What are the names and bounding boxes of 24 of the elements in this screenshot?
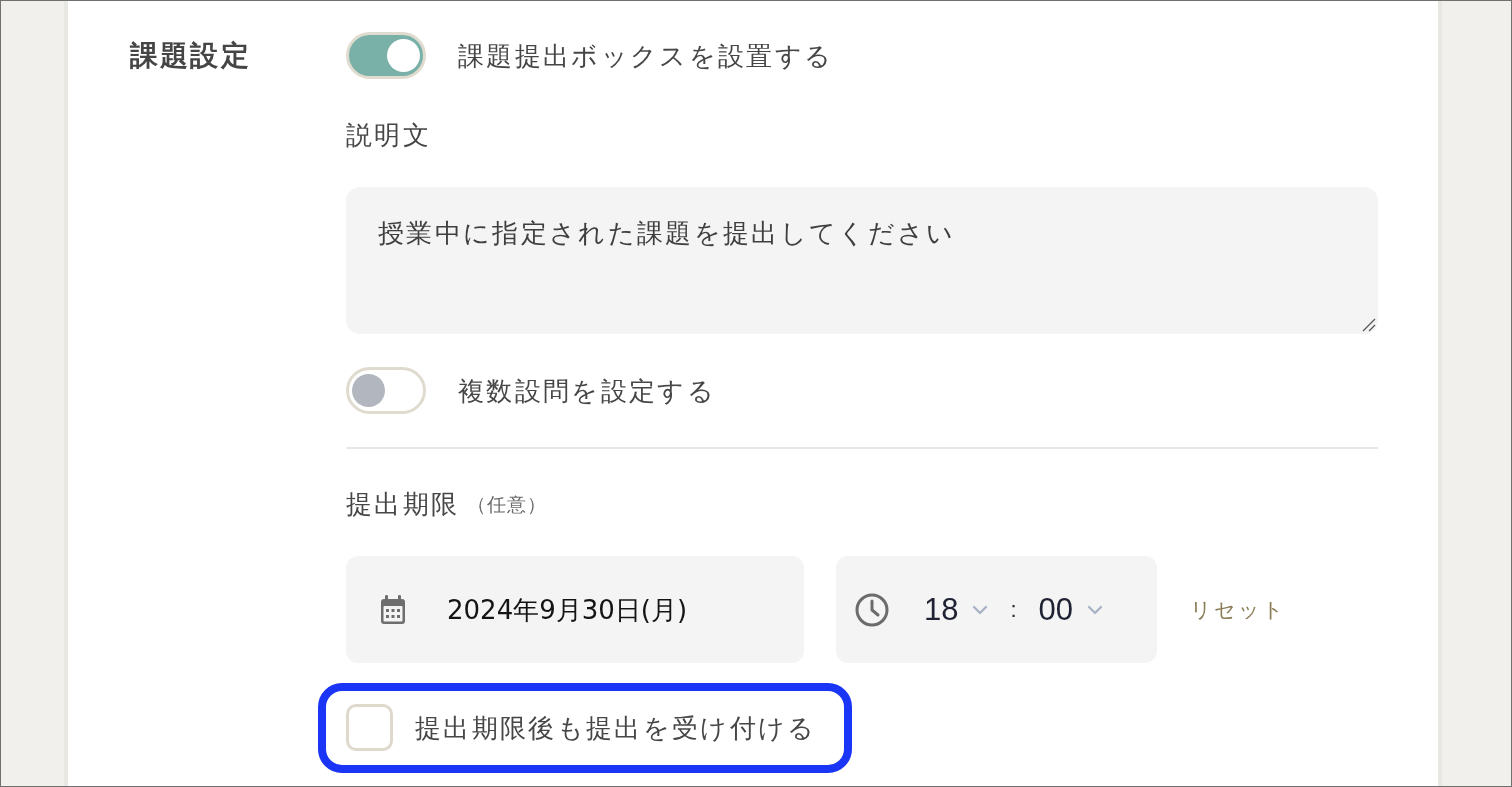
calendar-icon <box>380 594 406 625</box>
chevron-down-icon <box>1087 604 1104 615</box>
toggle-switch[interactable] <box>346 367 426 414</box>
chevron-down-icon <box>972 604 989 615</box>
field-label: 説明文 <box>346 119 432 152</box>
toggle-label: 複数設問を設定する <box>458 374 717 408</box>
checkbox-label: 提出期限後も提出を受け付ける <box>415 711 817 745</box>
clock-icon <box>855 592 889 627</box>
time-field[interactable]: 18 : 00 <box>836 556 1157 663</box>
time-separator: : <box>1010 595 1017 624</box>
textarea-value: 授業中に指定された課題を提出してください <box>378 218 956 248</box>
optional-note: （任意） <box>467 492 548 517</box>
description-textarea[interactable]: 授業中に指定された課題を提出してください <box>346 187 1378 334</box>
section-heading: 課題設定 <box>130 38 251 74</box>
minute-select[interactable]: 00 <box>1038 591 1104 628</box>
field-label: 提出期限 <box>346 488 460 521</box>
hour-select[interactable]: 18 <box>924 591 989 628</box>
reset-button[interactable]: リセット <box>1190 594 1287 625</box>
toggle-switch[interactable] <box>346 32 426 79</box>
toggle-label: 課題提出ボックスを設置する <box>458 39 834 73</box>
date-field[interactable]: 2024年9月30日(月) <box>346 556 804 663</box>
checkbox[interactable] <box>346 704 393 751</box>
resize-grip-icon[interactable] <box>1362 318 1376 332</box>
date-value: 2024年9月30日(月) <box>447 593 688 627</box>
